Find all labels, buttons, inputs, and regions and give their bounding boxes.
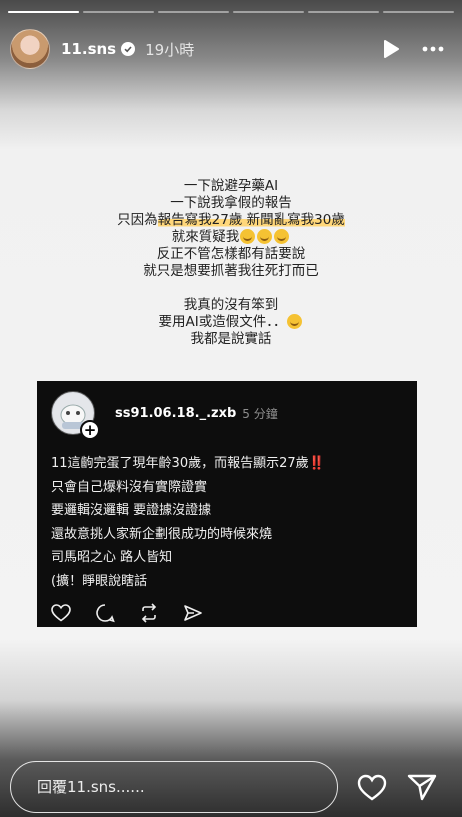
sweat-smile-emoji-icon — [287, 314, 303, 329]
progress-segment — [383, 11, 454, 13]
embedded-post-screenshot: + ss91.06.18._.zxb 5 分鐘 11這齣完蛋了現年齡30歲，而報… — [37, 381, 417, 627]
post-line: 要邏輯沒邏輯 要證據沒證據 — [51, 503, 212, 519]
progress-segment — [308, 11, 379, 13]
like-heart-icon[interactable] — [356, 771, 388, 803]
post-body: 11這齣完蛋了現年齡30歲，而報告顯示27歲‼️ 只會自己爆料沒有實際證實 要邏… — [51, 452, 407, 594]
story-caption: 一下說避孕藥AI 一下說我拿假的報告 只因為報告寫我27歲 新聞亂寫我30歲 就… — [0, 178, 462, 348]
post-line: 司馬昭之心 路人皆知 — [51, 550, 173, 566]
share-icon — [183, 603, 203, 623]
caption-line: 就來質疑我 — [0, 229, 462, 246]
post-line: 只會自己爆料沒有實際證實 — [51, 479, 208, 495]
caption-line: 一下說我拿假的報告 — [170, 195, 292, 211]
post-time: 5 分鐘 — [242, 406, 278, 421]
post-line: 還故意挑人家新企劃很成功的時候來燒 — [51, 526, 273, 542]
play-icon[interactable] — [376, 34, 406, 64]
caption-line: 反正不管怎樣都有話要說 — [156, 246, 306, 262]
story-username[interactable]: 11.sns — [61, 40, 116, 58]
repost-icon — [139, 603, 159, 623]
caption-line: 我都是說實話 — [190, 331, 272, 347]
caption-line-text: 要用AI或造假文件．． — [158, 314, 287, 330]
send-icon[interactable] — [406, 771, 438, 803]
caption-line: 一下說避孕藥AI — [183, 178, 279, 194]
post-header: + ss91.06.18._.zxb 5 分鐘 — [51, 391, 278, 440]
caption-line: 就只是想要抓著我往死打而已 — [143, 263, 319, 279]
caption-line: 只因為報告寫我27歲 新聞亂寫我30歲 — [0, 212, 462, 229]
progress-segment — [233, 11, 304, 13]
reply-input[interactable] — [37, 778, 337, 796]
comment-icon — [95, 603, 115, 623]
reply-field[interactable] — [10, 761, 338, 813]
follow-plus-icon: + — [80, 420, 100, 440]
story-viewer: 11.sns 19小時 一下說避孕藥AI 一下說我拿假的報告 只因為報告寫我27… — [0, 0, 462, 817]
progress-segment — [158, 11, 229, 13]
post-username: ss91.06.18._.zxb — [115, 405, 237, 421]
story-time-ago: 19小時 — [145, 40, 195, 59]
double-exclamation-icon: ‼️ — [308, 456, 325, 471]
heart-icon — [51, 603, 71, 623]
post-line: 11這齣完蛋了現年齡30歲，而報告顯示27歲‼️ — [51, 452, 407, 476]
post-line-text: 11這齣完蛋了現年齡30歲，而報告顯示27歲 — [51, 456, 309, 471]
caption-line-text: 就來質疑我 — [171, 229, 240, 245]
post-avatar: + — [51, 391, 100, 440]
progress-segment — [83, 11, 154, 13]
more-options-icon[interactable] — [418, 34, 448, 64]
highlighted-text: 報告寫我27歲 新聞亂寫我30歲 — [157, 212, 345, 228]
grimace-emoji-icon — [240, 229, 256, 244]
grimace-emoji-icon — [257, 229, 273, 244]
verified-badge-icon — [121, 42, 136, 56]
caption-line: 要用AI或造假文件．． — [0, 314, 462, 331]
caption-line-prefix: 只因為 — [117, 212, 158, 228]
avatar[interactable] — [10, 29, 50, 69]
caption-line: 我真的沒有笨到 — [183, 297, 279, 313]
post-actions — [51, 603, 203, 623]
story-progress-bar — [8, 11, 454, 13]
grimace-emoji-icon — [274, 229, 290, 244]
progress-segment — [8, 11, 79, 13]
story-header: 11.sns 19小時 — [10, 28, 448, 70]
post-line: (擴！睜眼說瞎話 — [51, 573, 148, 589]
